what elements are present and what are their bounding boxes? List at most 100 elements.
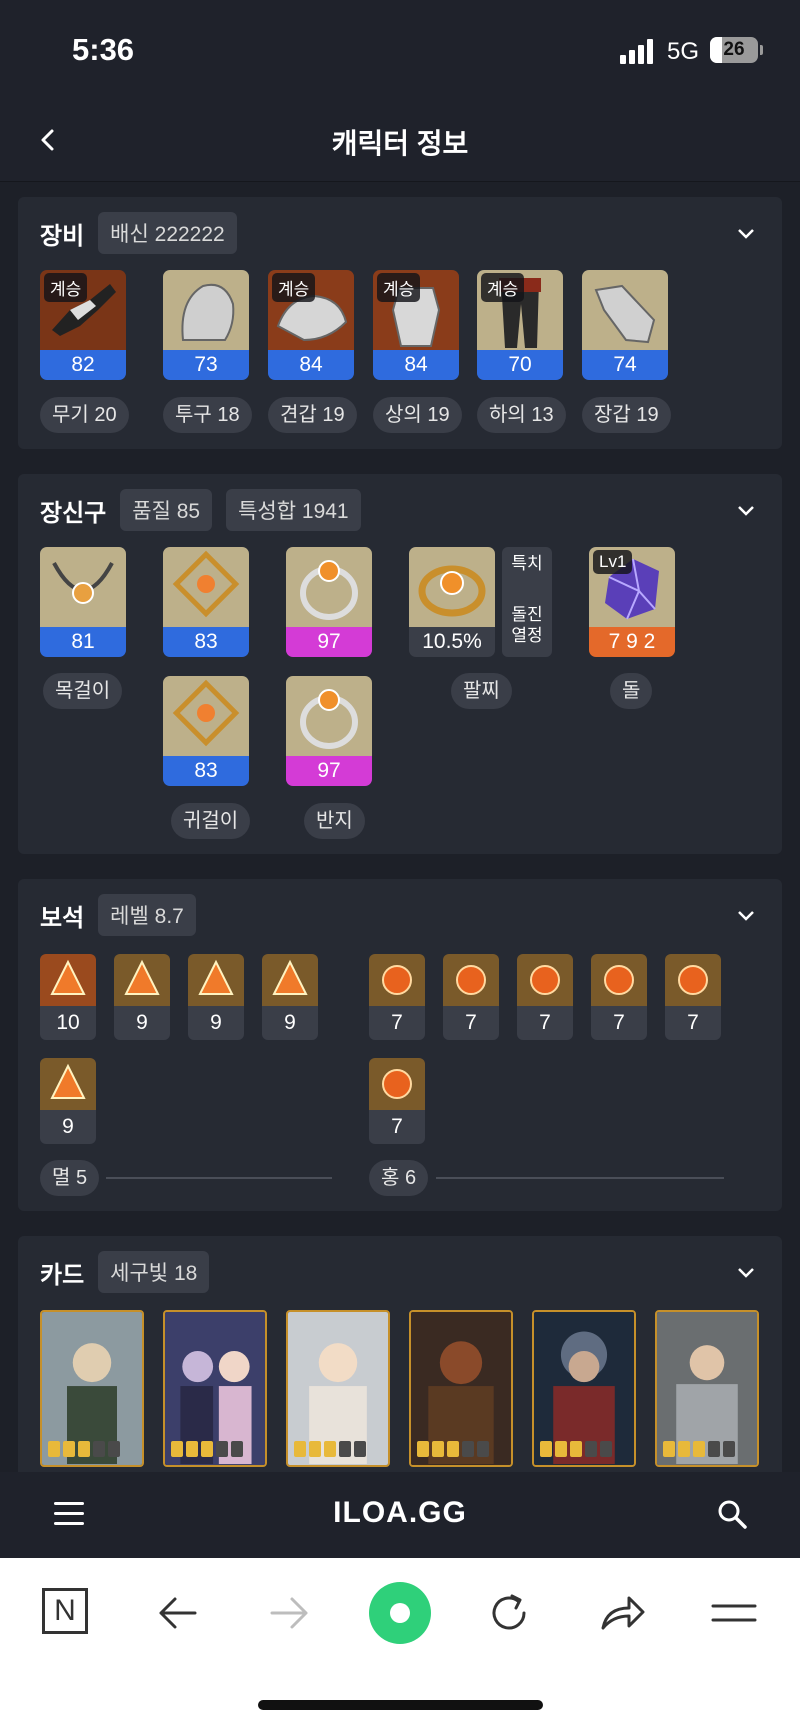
search-icon[interactable]	[716, 1498, 748, 1530]
bracelet-effect-2: 열정	[511, 626, 543, 645]
equip-label: 하의 13	[477, 397, 566, 433]
ring-icon	[286, 676, 372, 756]
gem-item[interactable]: 7	[369, 954, 425, 1040]
awakening-gem-lit	[663, 1441, 675, 1457]
back-arrow-icon[interactable]	[155, 1588, 201, 1638]
cooldown-gem-icon	[517, 954, 573, 1006]
card-item[interactable]	[655, 1310, 759, 1467]
status-time: 5:36	[72, 32, 135, 67]
stone-level-badge: Lv1	[593, 550, 633, 574]
card-item[interactable]	[286, 1310, 390, 1467]
chevron-down-icon[interactable]	[736, 1262, 756, 1282]
gem-item[interactable]: 9	[262, 954, 318, 1040]
awakening-gem-lit	[201, 1441, 213, 1457]
stone-label: 돌	[610, 673, 653, 709]
gem-item[interactable]: 7	[665, 954, 721, 1040]
card-item[interactable]	[532, 1310, 636, 1467]
gem-level-chip: 레벨 8.7	[98, 894, 196, 936]
card-item[interactable]	[409, 1310, 513, 1467]
set-chip: 배신 222222	[98, 212, 237, 254]
ring-icon	[286, 547, 372, 627]
accessory-earring[interactable]: 83	[163, 676, 249, 786]
gem-level: 7	[369, 1110, 425, 1144]
ability-stone[interactable]: Lv1 7 9 2	[589, 547, 675, 657]
naver-home-button[interactable]: N	[42, 1588, 88, 1634]
damage-gem-icon	[114, 954, 170, 1006]
page-header: 캐릭터 정보	[0, 100, 800, 182]
card-awakening	[294, 1441, 366, 1457]
damage-gem-icon	[40, 1058, 96, 1110]
gem-item[interactable]: 9	[40, 1058, 96, 1144]
accessory-bracelet[interactable]: 10.5%	[409, 547, 495, 657]
bracelet-icon	[409, 547, 495, 627]
card-item[interactable]	[163, 1310, 267, 1467]
awakening-gem-lit	[693, 1441, 705, 1457]
gem-item[interactable]: 9	[188, 954, 244, 1040]
awakening-gem-lit	[186, 1441, 198, 1457]
accessory-quality: 83	[163, 627, 249, 657]
card-item[interactable]	[40, 1310, 144, 1467]
inherit-badge: 계승	[44, 273, 88, 302]
gem-item[interactable]: 7	[369, 1058, 425, 1144]
awakening-gem-lit	[309, 1441, 321, 1457]
inherit-badge: 계승	[481, 273, 525, 302]
equip-weapon[interactable]: 계승 82	[40, 270, 126, 380]
chevron-down-icon[interactable]	[736, 905, 756, 925]
green-dot-button[interactable]	[369, 1582, 431, 1644]
stone-value: 7 9 2	[589, 627, 675, 657]
awakening-gem-empty	[93, 1441, 105, 1457]
equip-pants[interactable]: 계승 70	[477, 270, 563, 380]
awakening-gem-empty	[477, 1441, 489, 1457]
gem-item[interactable]: 10	[40, 954, 96, 1040]
awakening-gem-empty	[231, 1441, 243, 1457]
divider	[106, 1177, 332, 1179]
equip-quality: 70	[477, 350, 563, 380]
equip-quality: 73	[163, 350, 249, 380]
awakening-gem-empty	[216, 1441, 228, 1457]
gem-item[interactable]: 9	[114, 954, 170, 1040]
share-icon[interactable]	[597, 1588, 647, 1638]
chevron-down-icon[interactable]	[736, 223, 756, 243]
battery-tip	[760, 45, 763, 55]
forward-arrow-icon[interactable]	[266, 1588, 312, 1638]
gem-level: 9	[262, 1006, 318, 1040]
gem-level: 10	[40, 1006, 96, 1040]
equip-chest[interactable]: 계승 84	[373, 270, 459, 380]
equip-gloves[interactable]: 74	[582, 270, 668, 380]
gem-level: 9	[188, 1006, 244, 1040]
chevron-down-icon[interactable]	[736, 500, 756, 520]
status-bar: 5:36 5G 26	[0, 0, 800, 100]
gem-item[interactable]: 7	[517, 954, 573, 1040]
awakening-gem-empty	[708, 1441, 720, 1457]
battery-icon: 26	[710, 37, 758, 63]
section-title: 카드	[40, 1261, 85, 1289]
equip-quality: 84	[268, 350, 354, 380]
cooldown-gem-icon	[591, 954, 647, 1006]
refresh-icon[interactable]	[486, 1588, 532, 1638]
section-title: 장신구	[40, 499, 107, 527]
equip-shoulder[interactable]: 계승 84	[268, 270, 354, 380]
stats-chip: 특성합 1941	[226, 489, 361, 531]
accessory-quality: 97	[286, 756, 372, 786]
accessory-necklace[interactable]: 81	[40, 547, 126, 657]
card-set-chip: 세구빛 18	[98, 1251, 210, 1293]
menu-lines-icon[interactable]	[711, 1588, 757, 1638]
site-logo[interactable]: ILOA.GG	[0, 1496, 800, 1530]
accessory-earring[interactable]: 83	[163, 547, 249, 657]
helmet-icon	[163, 270, 249, 350]
gem-item[interactable]: 7	[443, 954, 499, 1040]
gem-item[interactable]: 7	[591, 954, 647, 1040]
equip-helmet[interactable]: 73	[163, 270, 249, 380]
cooldown-gem-icon	[443, 954, 499, 1006]
awakening-gem-empty	[723, 1441, 735, 1457]
home-indicator	[258, 1700, 543, 1710]
section-title: 장비	[40, 222, 85, 250]
earring-icon	[163, 676, 249, 756]
gem-level: 7	[591, 1006, 647, 1040]
earring-label: 귀걸이	[171, 803, 251, 839]
bracelet-effects: 특치 돌진 열정	[502, 547, 552, 657]
card-awakening	[171, 1441, 243, 1457]
accessory-ring[interactable]: 97	[286, 676, 372, 786]
accessory-ring[interactable]: 97	[286, 547, 372, 657]
accessory-quality: 83	[163, 756, 249, 786]
